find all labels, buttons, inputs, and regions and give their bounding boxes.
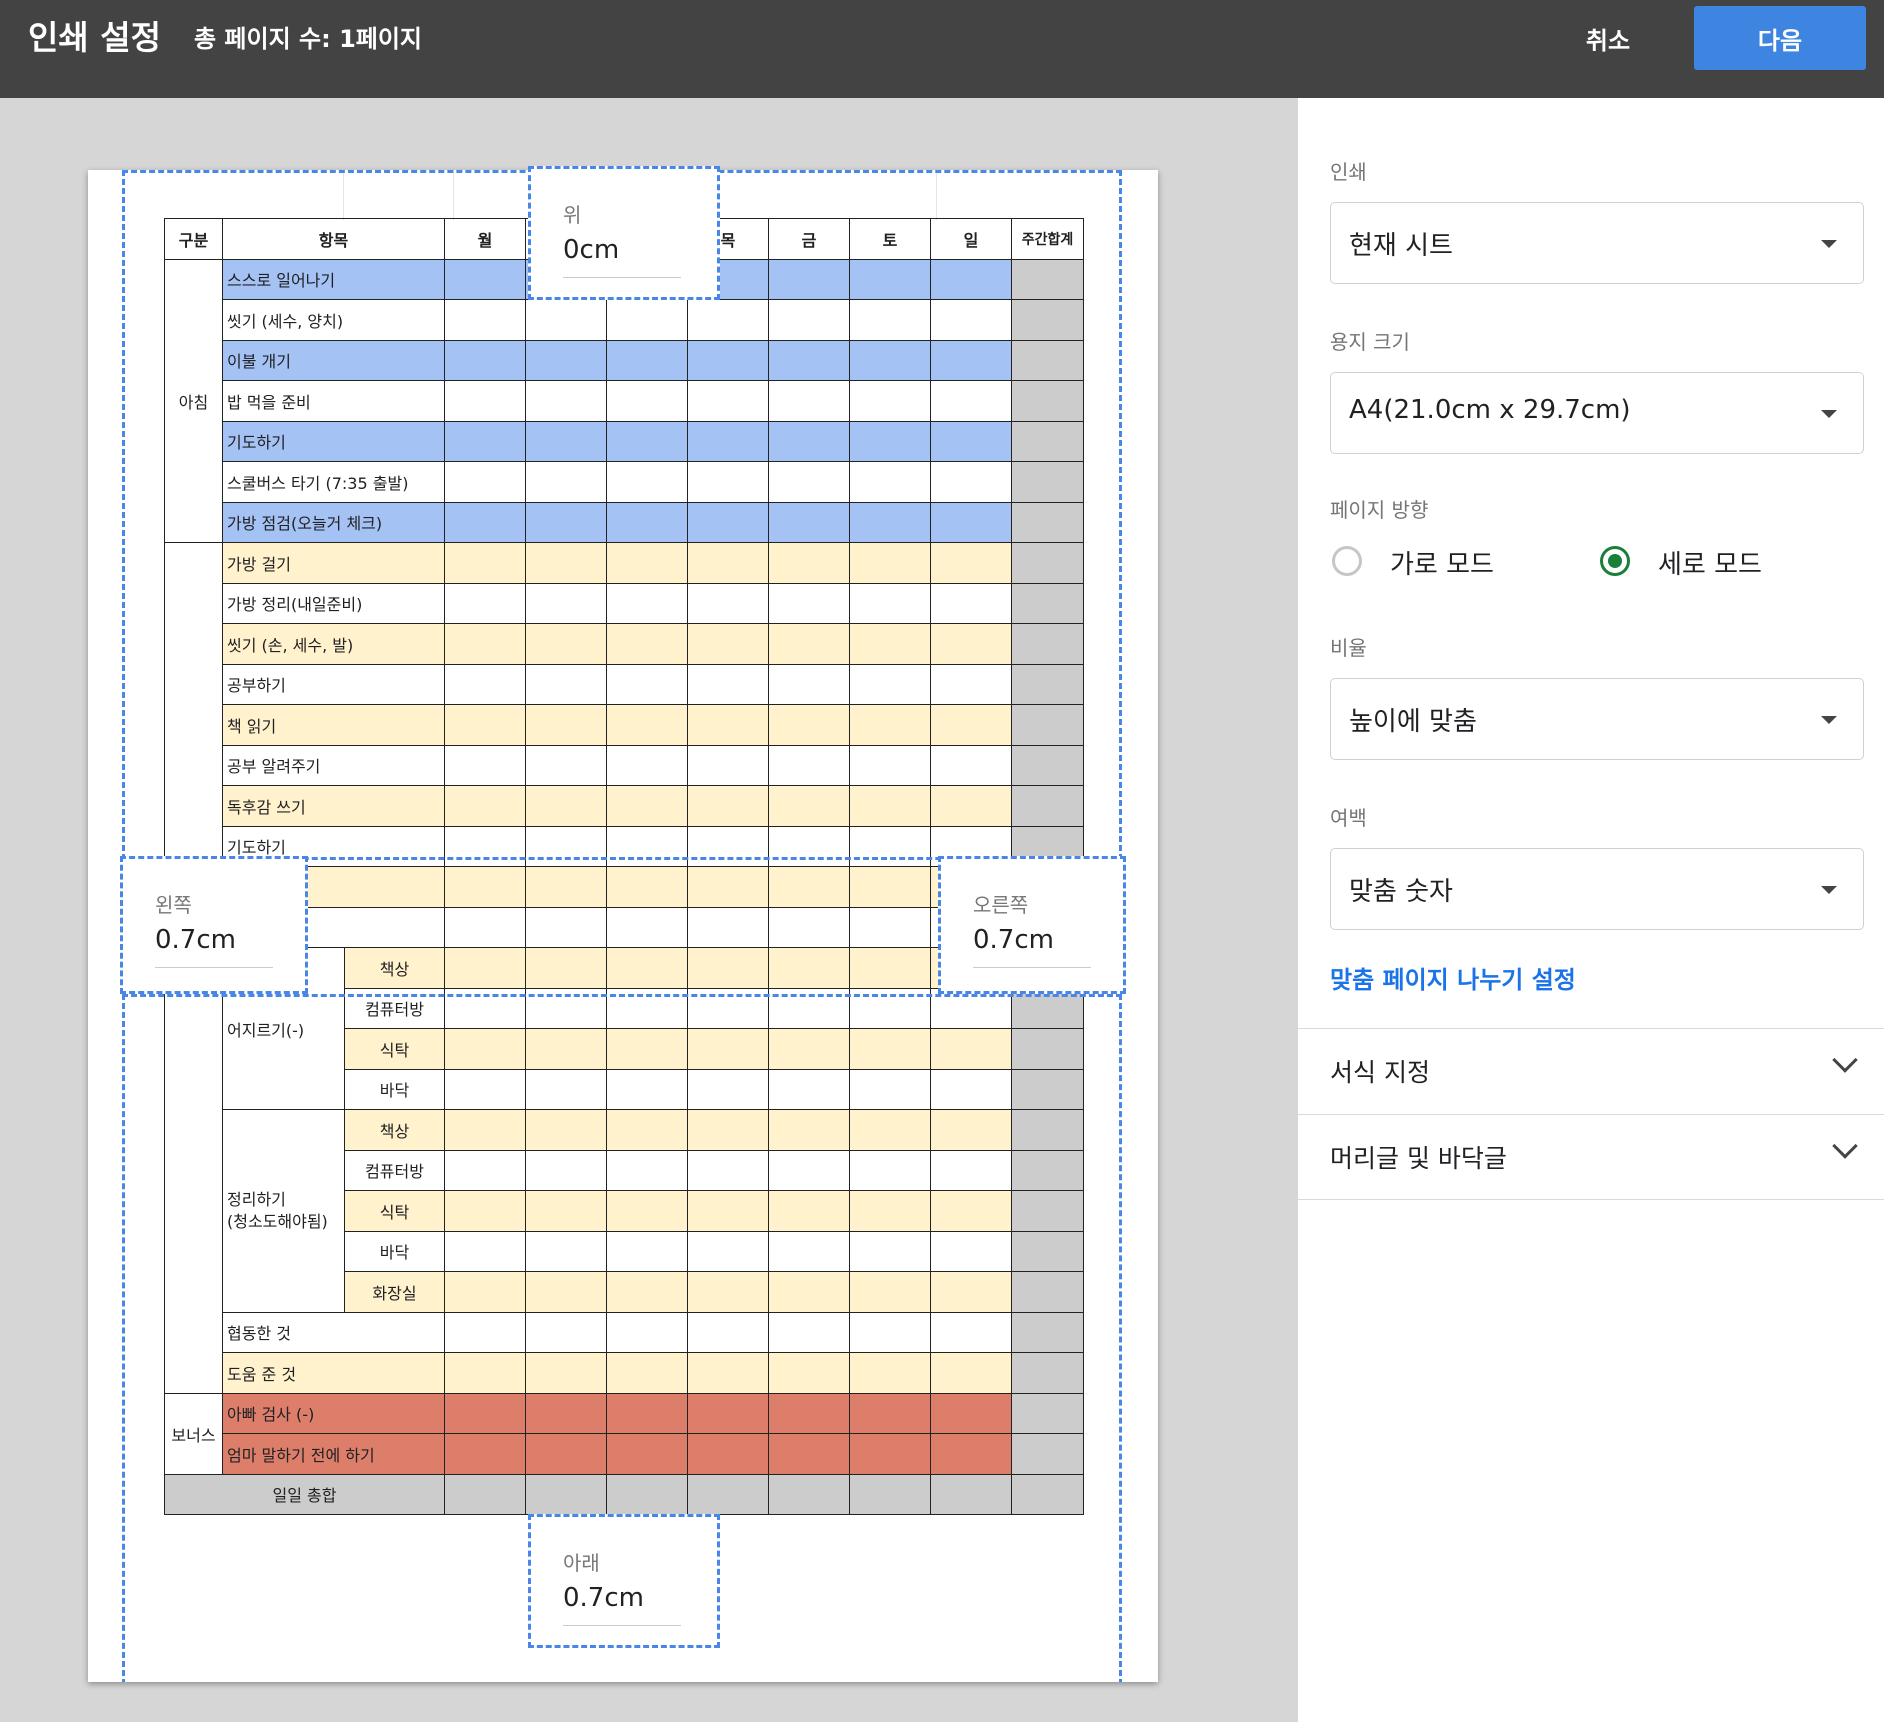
sub-item-cell: 책상 [343,947,446,989]
portrait-label[interactable]: 세로 모드 [1658,544,1762,581]
input-underline [563,277,681,278]
section-header-footer-title: 머리글 및 바닥글 [1330,1144,1507,1173]
settings-panel: 인쇄 현재 시트 용지 크기 A4(21.0cm x 29.7cm) 페이지 방… [1298,98,1884,1722]
dropdown-arrow-icon [1821,886,1837,894]
margin-bottom-label: 아래 [563,1551,600,1575]
paper-size-select[interactable]: A4(21.0cm x 29.7cm) [1330,372,1864,454]
dropdown-arrow-icon [1821,716,1837,724]
paper-size-value: A4(21.0cm x 29.7cm) [1349,395,1631,425]
margin-top-label: 위 [563,203,582,227]
margin-top-box[interactable]: 위 0cm [528,166,720,300]
margin-bottom-input[interactable]: 0.7cm [563,1583,644,1613]
paper-size-label: 용지 크기 [1330,330,1410,354]
margin-top-input[interactable]: 0cm [563,235,619,265]
section-header-footer[interactable]: 머리글 및 바닥글 [1298,1114,1884,1200]
portrait-radio[interactable] [1600,546,1630,576]
margin-bottom-box[interactable]: 아래 0.7cm [528,1514,720,1648]
chevron-down-icon [1832,1047,1858,1073]
cancel-button[interactable]: 취소 [1560,18,1656,58]
margin-label: 여백 [1330,806,1367,830]
margin-select[interactable]: 맞춤 숫자 [1330,848,1864,930]
print-preview-area: 구분 항목 월 화 수 목 금 토 일 주간합계 아침 스스로 일어나기 씻기 … [0,98,1298,1722]
dropdown-arrow-icon [1821,240,1837,248]
custom-page-breaks-link[interactable]: 맞춤 페이지 나누기 설정 [1330,960,1576,995]
print-select[interactable]: 현재 시트 [1330,202,1864,284]
margin-left-input[interactable]: 0.7cm [155,925,236,955]
section-format[interactable]: 서식 지정 [1298,1028,1884,1114]
margin-right-label: 오른쪽 [973,893,1029,917]
input-underline [563,1625,681,1626]
scale-label: 비율 [1330,636,1367,660]
print-label: 인쇄 [1330,160,1367,184]
print-select-value: 현재 시트 [1349,231,1453,261]
margin-left-label: 왼쪽 [155,893,192,917]
chevron-down-icon [1832,1133,1858,1159]
landscape-radio[interactable] [1332,546,1362,576]
margin-select-value: 맞춤 숫자 [1349,877,1453,907]
top-bar: 인쇄 설정 총 페이지 수: 1페이지 취소 다음 [0,0,1884,98]
dropdown-arrow-icon [1821,410,1837,418]
scale-select[interactable]: 높이에 맞춤 [1330,678,1864,760]
section-format-title: 서식 지정 [1330,1058,1430,1087]
orientation-label: 페이지 방향 [1330,498,1429,522]
margin-right-input[interactable]: 0.7cm [973,925,1054,955]
dialog-title: 인쇄 설정 [28,18,161,57]
next-button[interactable]: 다음 [1694,6,1866,70]
page-count: 총 페이지 수: 1페이지 [194,25,423,53]
input-underline [155,967,273,968]
margin-left-box[interactable]: 왼쪽 0.7cm [120,856,308,994]
scale-select-value: 높이에 맞춤 [1349,707,1477,737]
landscape-label[interactable]: 가로 모드 [1390,544,1494,581]
input-underline [973,967,1091,968]
margin-right-box[interactable]: 오른쪽 0.7cm [938,856,1126,994]
